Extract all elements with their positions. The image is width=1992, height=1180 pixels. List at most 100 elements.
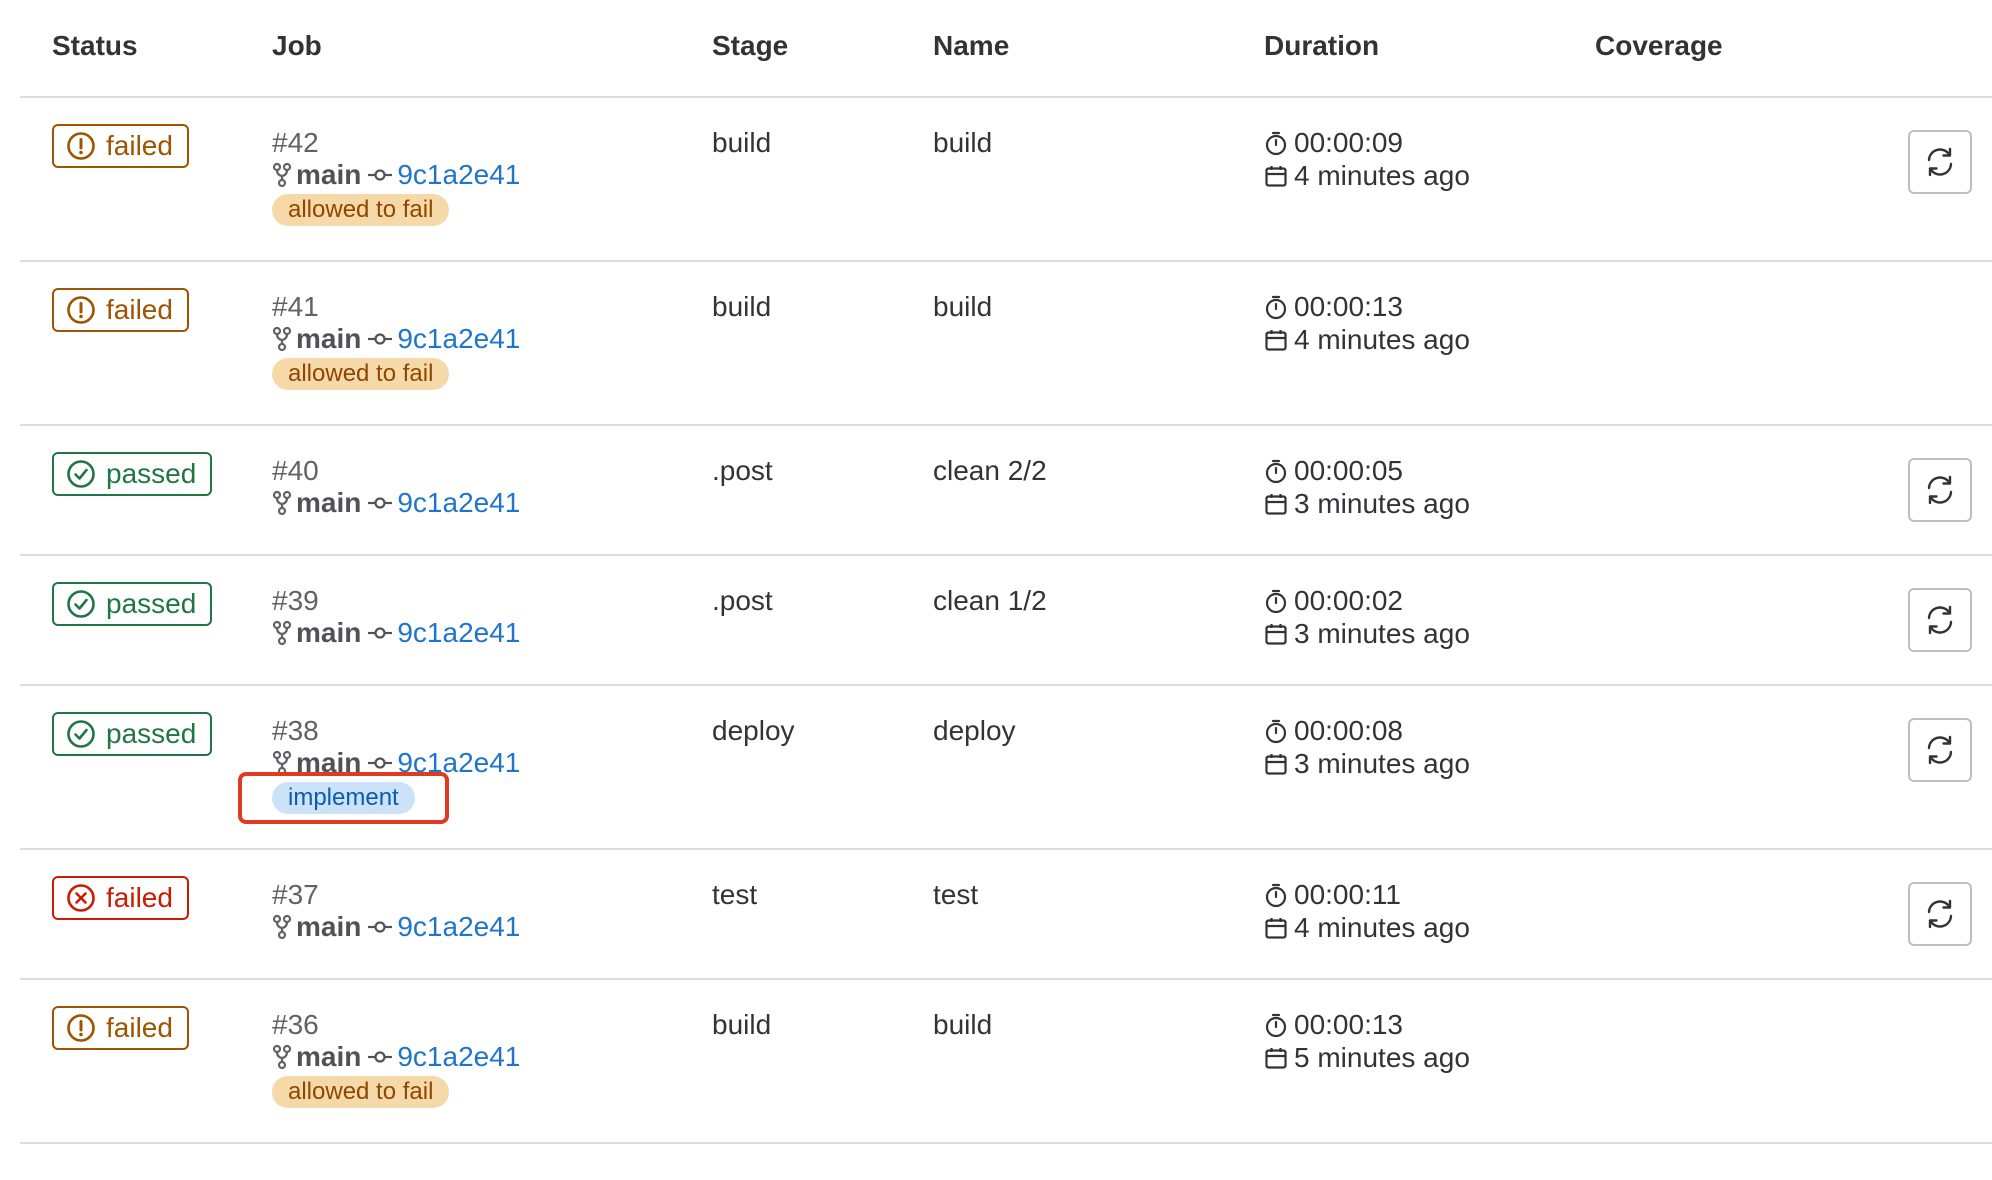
- status-label: failed: [106, 882, 173, 913]
- job-ref: main 9c1a2e41: [272, 616, 520, 650]
- job-id-link[interactable]: #41: [272, 290, 520, 324]
- retry-button[interactable]: [1908, 882, 1972, 946]
- timer-icon: [1264, 882, 1294, 908]
- finished-time: 4 minutes ago: [1294, 160, 1470, 191]
- duration-cell: 00:00:09 4 minutes ago: [1264, 126, 1470, 192]
- stage-value: build: [712, 127, 772, 158]
- retry-button[interactable]: [1908, 718, 1972, 782]
- commit-link[interactable]: 9c1a2e41: [397, 1040, 520, 1074]
- timer-icon: [1264, 1012, 1294, 1038]
- exclamation-circle-icon: [66, 295, 106, 325]
- branch-link[interactable]: main: [296, 322, 361, 356]
- branch-link[interactable]: main: [296, 158, 361, 192]
- check-circle-icon: [66, 459, 106, 489]
- job-id-link[interactable]: #40: [272, 454, 520, 488]
- commit-icon: [367, 493, 393, 513]
- status-badge[interactable]: failed: [52, 124, 189, 168]
- commit-link[interactable]: 9c1a2e41: [397, 158, 520, 192]
- calendar-icon: [1264, 916, 1294, 940]
- finished-time: 3 minutes ago: [1294, 748, 1470, 779]
- exclamation-circle-icon: [66, 131, 106, 161]
- job-name: clean 2/2: [933, 455, 1047, 486]
- status-badge[interactable]: failed: [52, 1006, 189, 1050]
- status-label: failed: [106, 294, 173, 325]
- job-id-link[interactable]: #39: [272, 584, 520, 618]
- job-id-link[interactable]: #38: [272, 714, 520, 748]
- header-name: Name: [933, 30, 1010, 61]
- job-ref: main 9c1a2e41: [272, 486, 520, 520]
- commit-link[interactable]: 9c1a2e41: [397, 746, 520, 780]
- check-circle-icon: [66, 719, 106, 749]
- retry-button[interactable]: [1908, 588, 1972, 652]
- commit-icon: [367, 165, 393, 185]
- job-cell: #38 main 9c1a2e41 implement: [272, 714, 520, 814]
- commit-link[interactable]: 9c1a2e41: [397, 322, 520, 356]
- branch-link[interactable]: main: [296, 1040, 361, 1074]
- commit-link[interactable]: 9c1a2e41: [397, 910, 520, 944]
- table-row: passed #40 main 9c1a2e41 .post clean 2/2…: [20, 426, 1992, 556]
- branch-link[interactable]: main: [296, 486, 361, 520]
- status-badge[interactable]: passed: [52, 452, 213, 496]
- commit-icon: [367, 623, 393, 643]
- stage-value: .post: [712, 585, 773, 616]
- branch-link[interactable]: main: [296, 616, 361, 650]
- retry-icon: [1923, 473, 1957, 507]
- job-name: clean 1/2: [933, 585, 1047, 616]
- branch-link[interactable]: main: [296, 910, 361, 944]
- job-tag: implement: [272, 782, 415, 814]
- finished-time: 3 minutes ago: [1294, 618, 1470, 649]
- table-row: failed #41 main 9c1a2e41 allowed to fail…: [20, 262, 1992, 426]
- job-id-link[interactable]: #36: [272, 1008, 520, 1042]
- timer-icon: [1264, 458, 1294, 484]
- job-id-link[interactable]: #42: [272, 126, 520, 160]
- duration-value: 00:00:13: [1294, 1009, 1403, 1040]
- job-cell: #37 main 9c1a2e41: [272, 878, 520, 944]
- jobs-table: Status Job Stage Name Duration Coverage …: [20, 0, 1992, 1144]
- retry-button[interactable]: [1908, 130, 1972, 194]
- table-header: Status Job Stage Name Duration Coverage: [20, 0, 1992, 98]
- branch-icon: [272, 914, 292, 940]
- status-badge[interactable]: failed: [52, 876, 189, 920]
- calendar-icon: [1264, 492, 1294, 516]
- duration-value: 00:00:11: [1294, 879, 1401, 910]
- job-name: build: [933, 127, 993, 158]
- job-ref: main 9c1a2e41: [272, 910, 520, 944]
- retry-icon: [1923, 145, 1957, 179]
- retry-icon: [1923, 603, 1957, 637]
- retry-button[interactable]: [1908, 458, 1972, 522]
- status-badge[interactable]: passed: [52, 582, 213, 626]
- duration-cell: 00:00:08 3 minutes ago: [1264, 714, 1470, 780]
- commit-link[interactable]: 9c1a2e41: [397, 486, 520, 520]
- branch-icon: [272, 620, 292, 646]
- duration-value: 00:00:05: [1294, 455, 1403, 486]
- job-ref: main 9c1a2e41: [272, 1040, 520, 1074]
- job-name: build: [933, 291, 993, 322]
- retry-icon: [1923, 733, 1957, 767]
- table-row: passed #38 main 9c1a2e41 implement deplo…: [20, 686, 1992, 850]
- timer-icon: [1264, 588, 1294, 614]
- branch-icon: [272, 326, 292, 352]
- branch-link[interactable]: main: [296, 746, 361, 780]
- x-circle-icon: [66, 883, 106, 913]
- commit-link[interactable]: 9c1a2e41: [397, 616, 520, 650]
- commit-icon: [367, 753, 393, 773]
- duration-cell: 00:00:11 4 minutes ago: [1264, 878, 1470, 944]
- finished-time: 3 minutes ago: [1294, 488, 1470, 519]
- finished-time: 4 minutes ago: [1294, 912, 1470, 943]
- table-row: failed #37 main 9c1a2e41 test test 00:00…: [20, 850, 1992, 980]
- branch-icon: [272, 1044, 292, 1070]
- status-badge[interactable]: passed: [52, 712, 213, 756]
- status-label: passed: [106, 458, 197, 489]
- commit-icon: [367, 1047, 393, 1067]
- calendar-icon: [1264, 1046, 1294, 1070]
- finished-time: 5 minutes ago: [1294, 1042, 1470, 1073]
- table-row: failed #36 main 9c1a2e41 allowed to fail…: [20, 980, 1992, 1144]
- job-cell: #42 main 9c1a2e41 allowed to fail: [272, 126, 520, 226]
- status-badge[interactable]: failed: [52, 288, 189, 332]
- branch-icon: [272, 162, 292, 188]
- calendar-icon: [1264, 622, 1294, 646]
- job-id-link[interactable]: #37: [272, 878, 520, 912]
- stage-value: build: [712, 1009, 772, 1040]
- job-name: test: [933, 879, 979, 910]
- job-ref: main 9c1a2e41: [272, 322, 520, 356]
